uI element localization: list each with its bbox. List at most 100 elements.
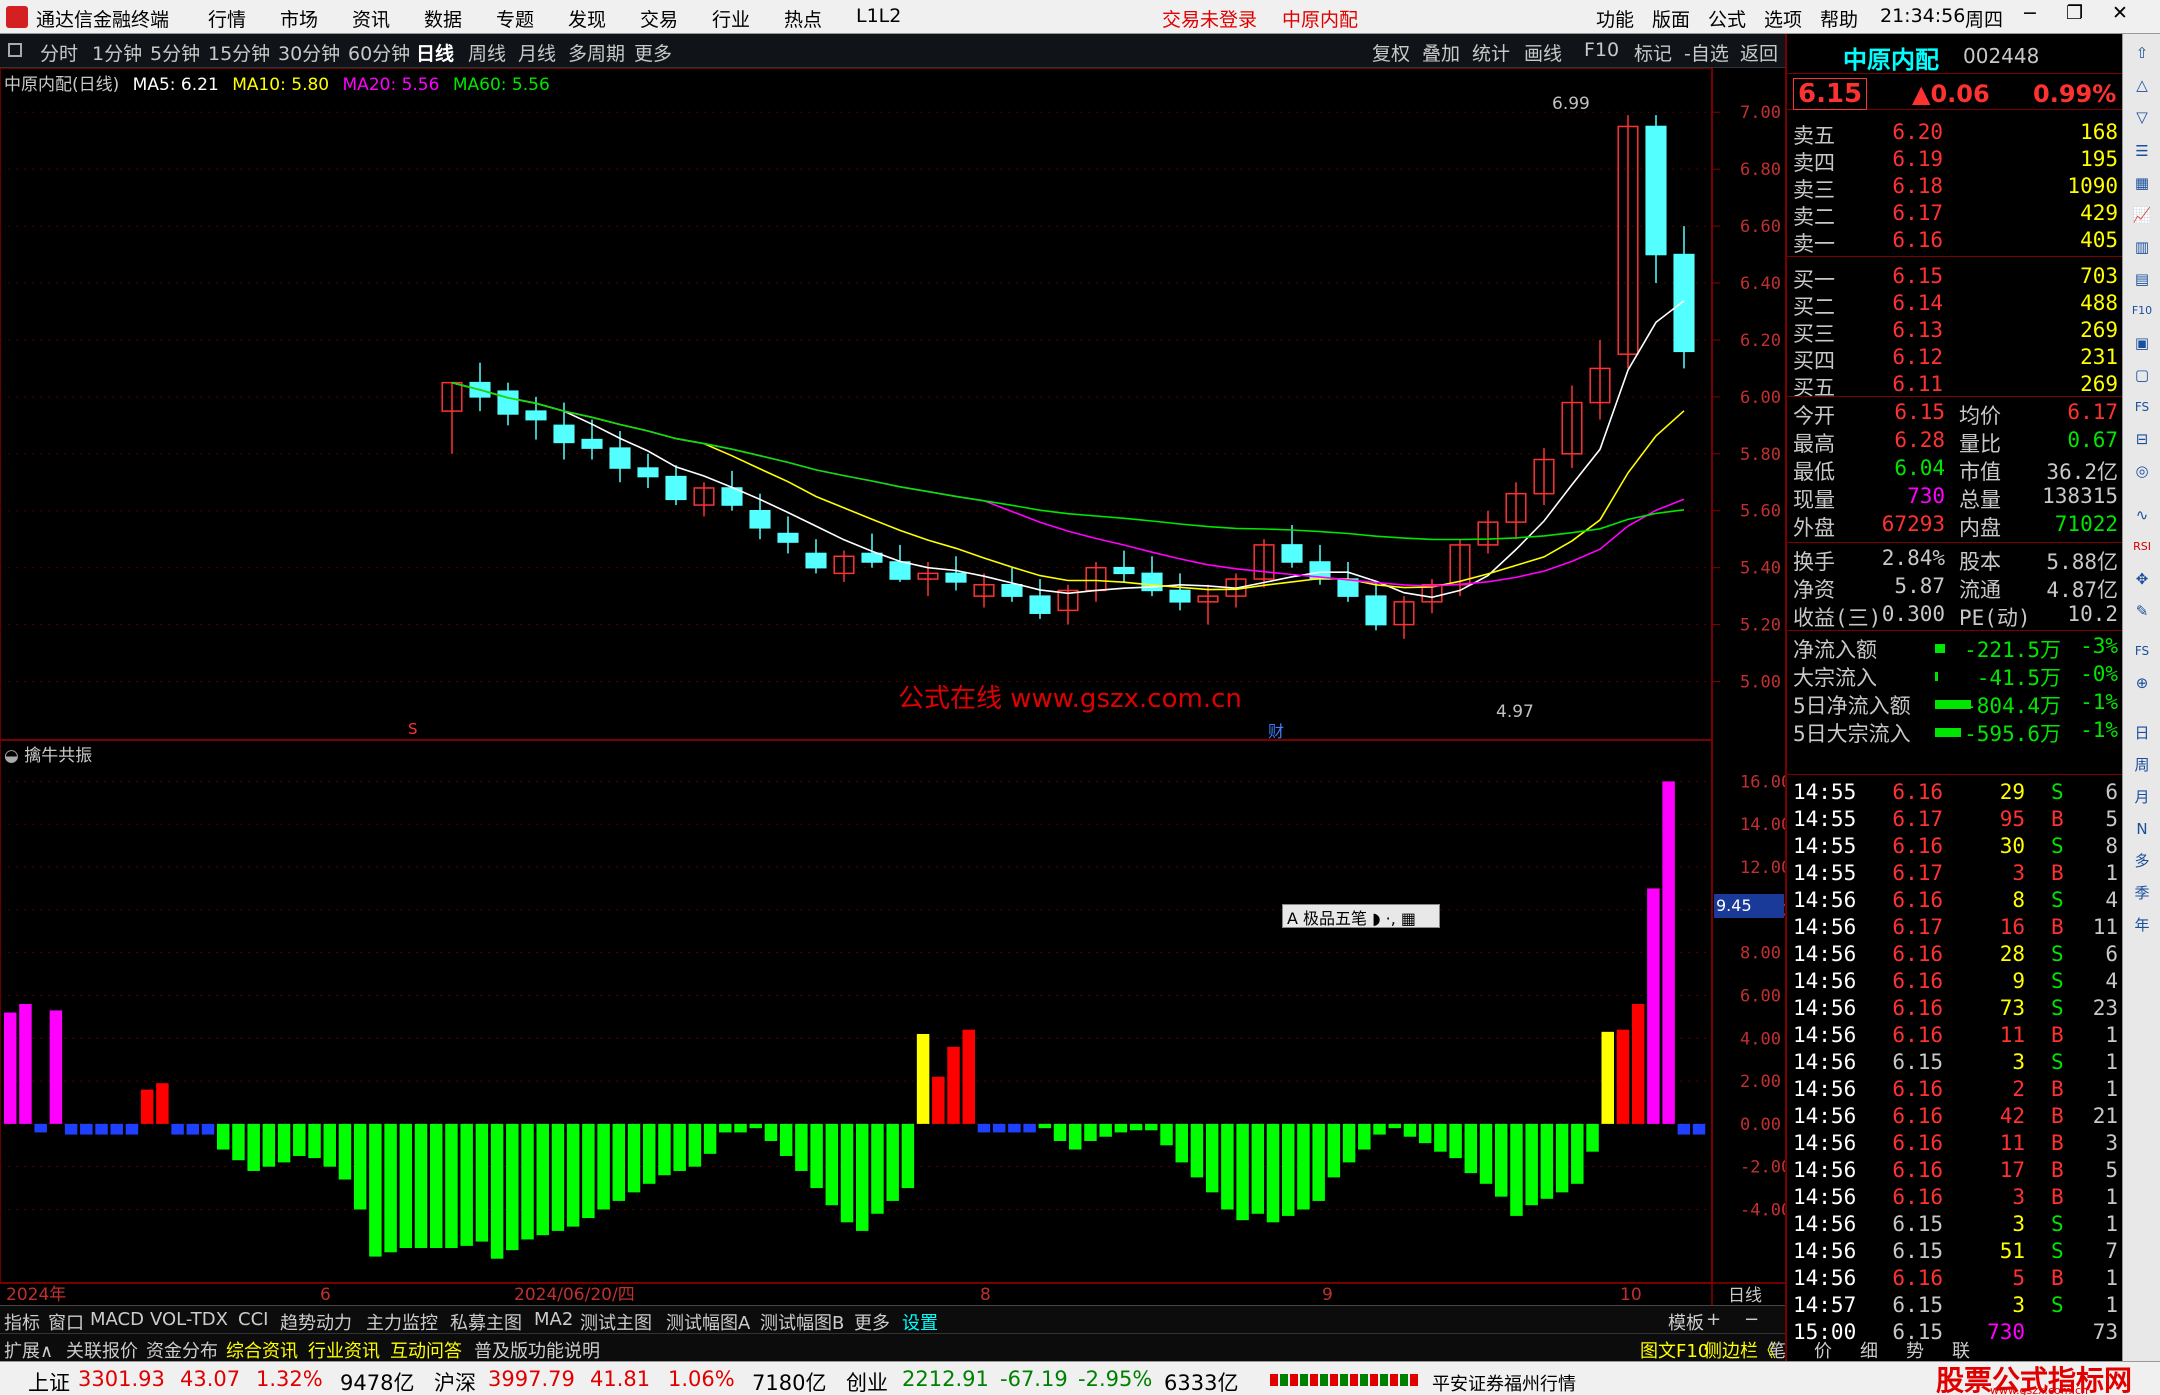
sidebar-list-icon[interactable]: ☰ [2129, 138, 2155, 164]
sidebar-period-month[interactable]: 月 [2129, 784, 2155, 810]
sidebar-pen-icon[interactable]: ✎ [2129, 598, 2155, 624]
sz-index-name[interactable]: 沪深 [434, 1367, 476, 1395]
tabs2-right-tab[interactable]: 侧边栏《 [1704, 1337, 1776, 1363]
tabs1-tab[interactable]: MACD [90, 1309, 144, 1330]
tabs2-right-tab[interactable]: 细 [1860, 1337, 1878, 1363]
fuquan-button[interactable]: 复权 [1372, 39, 1410, 66]
sidebar-calc-icon[interactable]: ⊟ [2129, 426, 2155, 452]
menu-item-hangye[interactable]: 行业 [712, 5, 750, 32]
sidebar-target-icon[interactable]: ◎ [2129, 458, 2155, 484]
collapse-icon[interactable]: ◒ [4, 746, 24, 766]
sidebar-period-day[interactable]: 日 [2129, 720, 2155, 746]
sidebar-wave-icon[interactable]: ∿ [2129, 502, 2155, 528]
tabs1-right-tab[interactable]: − [1744, 1309, 1759, 1330]
tabs2-tab[interactable]: 扩展∧ [4, 1337, 53, 1363]
period-more[interactable]: 更多 [634, 39, 672, 66]
tabs2-right-tab[interactable]: 图文F10 [1640, 1337, 1709, 1363]
f10-button[interactable]: F10 [1584, 39, 1619, 61]
tabs2-right-tab[interactable]: 势 [1906, 1337, 1924, 1363]
tabs1-right-tab[interactable]: 模板 [1668, 1309, 1704, 1335]
tabs1-tab[interactable]: 更多 [854, 1309, 890, 1335]
back-button[interactable]: 返回 [1740, 39, 1778, 66]
tabs1-tab[interactable]: 主力监控 [366, 1309, 438, 1335]
menu-item-gongshi[interactable]: 公式 [1708, 5, 1746, 32]
sidebar-rsi-icon[interactable]: RSI [2129, 534, 2155, 560]
menu-item-xuanxiang[interactable]: 选项 [1764, 5, 1802, 32]
sidebar-clock-icon[interactable]: ⊕ [2129, 670, 2155, 696]
period-fenshi[interactable]: 分时 [40, 39, 78, 66]
ime-toolbar[interactable]: A 极品五笔 ◗ ·, ▦ [1282, 904, 1440, 928]
menu-item-gongneng[interactable]: 功能 [1596, 5, 1634, 32]
period-1min[interactable]: 1分钟 [92, 39, 142, 66]
toolbar-menu-icon[interactable] [8, 43, 22, 57]
restore-icon[interactable]: ❐ [2066, 2, 2083, 24]
sidebar-news-icon[interactable]: ▣ [2129, 330, 2155, 356]
period-5min[interactable]: 5分钟 [150, 39, 200, 66]
tabs2-tab[interactable]: 普及版功能说明 [474, 1337, 600, 1363]
sidebar-kline-icon[interactable]: ▥ [2129, 234, 2155, 260]
tabs1-tab[interactable]: 私募主图 [450, 1309, 522, 1335]
tabs1-tab[interactable]: 设置 [902, 1309, 938, 1335]
sidebar-down-icon[interactable]: ▽ [2129, 104, 2155, 130]
sh-index-name[interactable]: 上证 [28, 1367, 70, 1395]
zixuan-button[interactable]: -自选 [1684, 39, 1729, 66]
tabs2-tab[interactable]: 行业资讯 [308, 1337, 380, 1363]
menu-item-banmian[interactable]: 版面 [1652, 5, 1690, 32]
chart-area[interactable]: 7.00 6.80 6.60 6.40 6.20 6.00 5.80 5.60 5.40 5.20… [0, 67, 1791, 1306]
tabs1-tab[interactable]: 测试幅图B [760, 1309, 844, 1335]
tabs2-tab[interactable]: 关联报价 [66, 1337, 138, 1363]
close-icon[interactable]: ✕ [2112, 2, 2128, 24]
kline-chart-svg[interactable]: 7.00 6.80 6.60 6.40 6.20 6.00 5.80 5.60 5.40 5.20… [0, 67, 1791, 1305]
period-15min[interactable]: 15分钟 [208, 39, 270, 66]
sidebar-move-icon[interactable]: ✥ [2129, 566, 2155, 592]
huaxian-button[interactable]: 画线 [1524, 39, 1562, 66]
sidebar-fs2-icon[interactable]: FS [2129, 638, 2155, 664]
sidebar-fs-icon[interactable]: FS [2129, 394, 2155, 420]
sidebar-period-n[interactable]: N [2129, 816, 2155, 842]
sidebar-period-season[interactable]: 季 [2129, 880, 2155, 906]
sidebar-period-multi[interactable]: 多 [2129, 848, 2155, 874]
period-monthly[interactable]: 月线 [518, 39, 556, 66]
tabs2-tab[interactable]: 资金分布 [146, 1337, 218, 1363]
biaoji-button[interactable]: 标记 [1634, 39, 1672, 66]
cy-index-name[interactable]: 创业 [846, 1367, 888, 1395]
menu-item-hangqing[interactable]: 行情 [208, 5, 246, 32]
tabs2-right-tab[interactable]: 价 [1814, 1337, 1832, 1363]
tabs1-tab[interactable]: 测试主图 [580, 1309, 652, 1335]
diejia-button[interactable]: 叠加 [1422, 39, 1460, 66]
tick-list[interactable]: 14:55 6.16 29 S 6 14:55 6.17 95 B 5 14:55 6.16 30 S 8 1… [1787, 756, 2122, 1361]
tabs2-right-tab[interactable]: 笔 [1768, 1337, 1786, 1363]
tabs1-tab[interactable]: CCI [238, 1309, 268, 1330]
minimize-icon[interactable]: − [2022, 2, 2038, 24]
tabs1-tab[interactable]: VOL-TDX [150, 1309, 228, 1330]
menu-item-l1l2[interactable]: L1L2 [856, 5, 901, 27]
period-daily[interactable]: 日线 [416, 39, 454, 66]
period-weekly[interactable]: 周线 [468, 39, 506, 66]
period-30min[interactable]: 30分钟 [278, 39, 340, 66]
tabs1-tab[interactable]: MA2 [534, 1309, 573, 1330]
menu-item-jiaoyi[interactable]: 交易 [640, 5, 678, 32]
tabs1-tab[interactable]: 趋势动力 [280, 1309, 352, 1335]
tabs1-right-tab[interactable]: + [1706, 1309, 1721, 1330]
sidebar-up2-icon[interactable]: △ [2129, 72, 2155, 98]
menu-item-redian[interactable]: 热点 [784, 5, 822, 32]
period-multi[interactable]: 多周期 [568, 39, 625, 66]
sidebar-chart-icon[interactable]: 📈 [2129, 202, 2155, 228]
sidebar-period-year[interactable]: 年 [2129, 912, 2155, 938]
menu-item-bangzhu[interactable]: 帮助 [1820, 5, 1858, 32]
tabs1-tab[interactable]: 测试幅图A [666, 1309, 750, 1335]
menu-item-shichang[interactable]: 市场 [280, 5, 318, 32]
tabs2-tab[interactable]: 互动问答 [390, 1337, 462, 1363]
sidebar-grid-icon[interactable]: ▦ [2129, 170, 2155, 196]
menu-item-zixun[interactable]: 资讯 [352, 5, 390, 32]
menu-item-faxian[interactable]: 发现 [568, 5, 606, 32]
sidebar-table-icon[interactable]: ▤ [2129, 266, 2155, 292]
sidebar-f10-icon[interactable]: F10 [2129, 298, 2155, 324]
period-60min[interactable]: 60分钟 [348, 39, 410, 66]
trade-status[interactable]: 交易未登录 [1162, 5, 1257, 32]
tabs2-tab[interactable]: 综合资讯 [226, 1337, 298, 1363]
tongji-button[interactable]: 统计 [1472, 39, 1510, 66]
sidebar-up-icon[interactable]: ⇧ [2129, 40, 2155, 66]
menu-item-shuju[interactable]: 数据 [424, 5, 462, 32]
menu-item-zhuanti[interactable]: 专题 [496, 5, 534, 32]
